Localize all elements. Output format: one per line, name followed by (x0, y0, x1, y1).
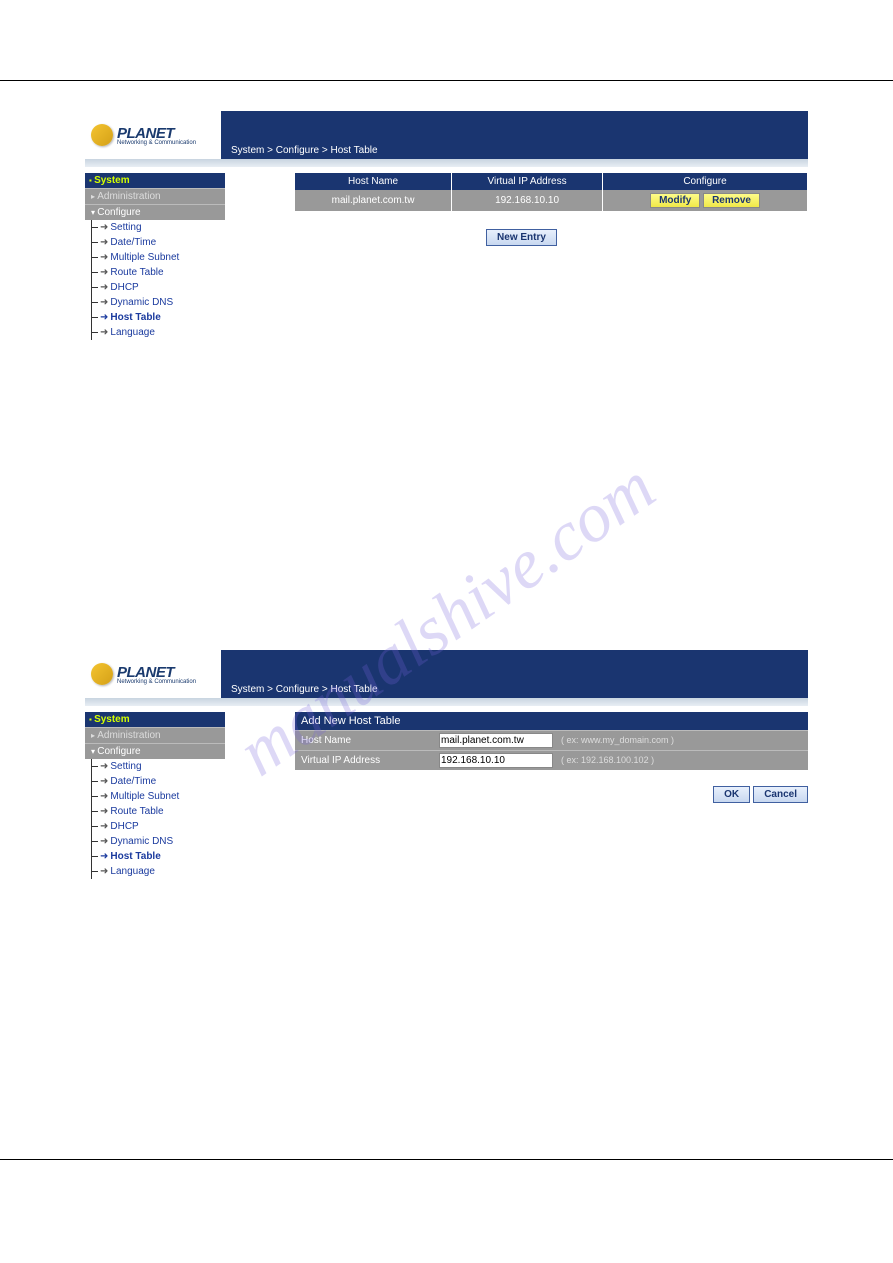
nav-dynamic-dns[interactable]: ➜Dynamic DNS (92, 834, 225, 849)
nav-dhcp[interactable]: ➜DHCP (92, 280, 225, 295)
vip-label: Virtual IP Address (295, 751, 437, 770)
nav-configure[interactable]: Configure (85, 204, 225, 220)
new-entry-button[interactable]: New Entry (486, 229, 557, 246)
hostname-input[interactable] (439, 733, 553, 748)
nav-datetime[interactable]: ➜Date/Time (92, 235, 225, 250)
col-configure: Configure (603, 173, 808, 190)
nav-administration[interactable]: Administration (85, 188, 225, 204)
host-table: Host Name Virtual IP Address Configure m… (295, 173, 808, 211)
nav-setting[interactable]: ➜Setting (92, 220, 225, 235)
nav-host-table[interactable]: ➜Host Table (92, 849, 225, 864)
screenshot-add-host-table: PLANETNetworking & Communication System … (85, 650, 808, 879)
table-row: mail.planet.com.tw 192.168.10.10 Modify … (295, 190, 808, 211)
logo: PLANETNetworking & Communication (85, 111, 221, 159)
nav-multiple-subnet[interactable]: ➜Multiple Subnet (92, 250, 225, 265)
col-vip: Virtual IP Address (452, 173, 603, 190)
vip-input[interactable] (439, 753, 553, 768)
nav-system[interactable]: System (85, 173, 225, 188)
nav-language[interactable]: ➜Language (92, 864, 225, 879)
nav-dhcp[interactable]: ➜DHCP (92, 819, 225, 834)
globe-icon (91, 124, 113, 146)
screenshot-host-table-list: PLANETNetworking & Communication System … (85, 111, 808, 340)
nav-administration[interactable]: Administration (85, 727, 225, 743)
breadcrumb: System > Configure > Host Table (221, 111, 808, 159)
ok-button[interactable]: OK (713, 786, 750, 803)
nav-system[interactable]: System (85, 712, 225, 727)
nav-configure[interactable]: Configure (85, 743, 225, 759)
remove-button[interactable]: Remove (703, 193, 760, 208)
cancel-button[interactable]: Cancel (753, 786, 808, 803)
sidebar: System Administration Configure ➜Setting… (85, 173, 225, 340)
breadcrumb: System > Configure > Host Table (221, 650, 808, 698)
nav-setting[interactable]: ➜Setting (92, 759, 225, 774)
logo: PLANETNetworking & Communication (85, 650, 221, 698)
vip-example: ( ex: 192.168.100.102 ) (555, 751, 660, 770)
nav-host-table[interactable]: ➜Host Table (92, 310, 225, 325)
modify-button[interactable]: Modify (650, 193, 700, 208)
nav-dynamic-dns[interactable]: ➜Dynamic DNS (92, 295, 225, 310)
globe-icon (91, 663, 113, 685)
hostname-label: Host Name (295, 731, 437, 750)
nav-multiple-subnet[interactable]: ➜Multiple Subnet (92, 789, 225, 804)
hostname-example: ( ex: www.my_domain.com ) (555, 731, 680, 750)
nav-language[interactable]: ➜Language (92, 325, 225, 340)
sidebar: System Administration Configure ➜Setting… (85, 712, 225, 879)
col-hostname: Host Name (295, 173, 452, 190)
nav-route-table[interactable]: ➜Route Table (92, 265, 225, 280)
nav-route-table[interactable]: ➜Route Table (92, 804, 225, 819)
nav-datetime[interactable]: ➜Date/Time (92, 774, 225, 789)
form-title: Add New Host Table (295, 712, 808, 730)
